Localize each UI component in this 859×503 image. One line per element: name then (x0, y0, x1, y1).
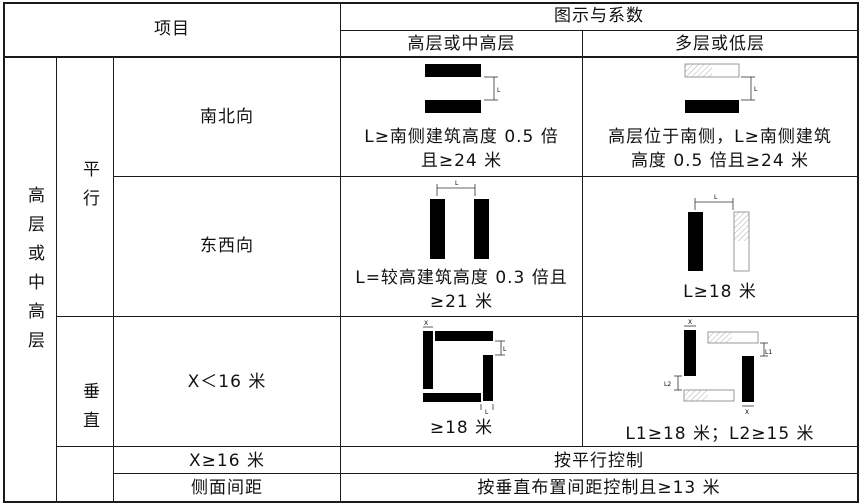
perp-multi-x-label-top: X (688, 319, 692, 326)
vline-mid (582, 30, 583, 446)
hline-perp-x16 (56, 446, 858, 447)
row-label-north-south: 南北向 (200, 107, 254, 127)
perp-high-building-sw (423, 393, 481, 402)
vline-group (56, 57, 57, 503)
perp-high-building-se (483, 355, 493, 401)
perp-high-l-label: L (503, 346, 507, 353)
ew-high-dim-label: L (455, 180, 459, 187)
row-label-x16: X≥16 米 (189, 451, 265, 471)
perp-multi-l2-label: L2 (664, 381, 671, 388)
ew-multi-building-low-hatch (734, 212, 749, 241)
row-label-east-west: 东西向 (200, 236, 254, 256)
header-item: 项目 (154, 19, 190, 39)
hline-ns-ew (113, 176, 858, 177)
ns-multi-building-high (685, 100, 739, 113)
header-col-high: 高层或中高层 (407, 34, 516, 54)
perp-multi-diagram: X L1 L2 X (664, 319, 772, 416)
ns-multi-dim-label: L (754, 86, 758, 93)
ns-multi-text-2: 高度 0.5 倍且≥24 米 (630, 151, 810, 171)
ew-high-building-west (430, 199, 445, 259)
ns-high-text-1: L≥南侧建筑高度 0.5 倍 (364, 127, 559, 147)
perp-multi-text: L1≥18 米；L2≥15 米 (625, 424, 815, 444)
category-label: 高层或中高层 (18, 186, 44, 371)
ns-high-building-north (425, 64, 481, 77)
hline-x16-side (113, 473, 858, 474)
perp-multi-building-low-sw-hatch (684, 390, 708, 401)
perp-high-building-nw (423, 331, 433, 389)
side-spacing-value: 按垂直布置间距控制且≥13 米 (477, 478, 721, 498)
category-text: 高层或中高层 (24, 186, 44, 360)
ns-high-text-2: 且≥24 米 (420, 151, 503, 171)
ew-high-building-east (474, 199, 489, 259)
perp-high-building-ne (435, 331, 493, 341)
ew-multi-text: L≥18 米 (683, 282, 757, 302)
header-figure: 图示与系数 (554, 6, 644, 26)
ns-high-diagram: L (425, 64, 501, 113)
perp-high-text: ≥18 米 (429, 418, 494, 438)
ew-high-diagram: L (430, 180, 489, 259)
perp-multi-building-high-nw (684, 330, 696, 376)
parallel-label: 平行 (73, 160, 99, 229)
perp-high-l-label-2: L (485, 409, 489, 416)
perp-multi-building-low-ne-hatch (708, 332, 732, 343)
x16-value: 按平行控制 (554, 451, 644, 471)
ns-high-dim-label: L (497, 87, 501, 94)
ew-multi-diagram: L (688, 194, 750, 272)
perp-multi-x-label-bottom: X (745, 409, 749, 416)
perp-high-diagram: X L L (423, 320, 507, 416)
row-label-perp: X＜16 米 (187, 372, 267, 392)
perpendicular-text: 垂直 (79, 382, 99, 440)
border-left (3, 2, 5, 503)
ew-high-text-2: ≥21 米 (429, 292, 494, 312)
ns-multi-building-low-hatch (685, 64, 712, 77)
ew-multi-building-high (688, 212, 703, 271)
row-label-side: 侧面间距 (191, 478, 263, 498)
perp-high-x-label: X (424, 320, 428, 327)
border-top (3, 2, 858, 4)
ns-multi-text-1: 高层位于南侧，L≥南侧建筑 (608, 127, 832, 147)
header-col-multi: 多层或低层 (675, 34, 765, 54)
perp-multi-building-high-se (742, 356, 754, 402)
perp-multi-l1-label: L1 (765, 349, 772, 356)
perpendicular-label: 垂直 (73, 382, 99, 451)
ew-high-text-1: L=较高建筑高度 0.3 倍且 (355, 268, 568, 288)
ns-multi-diagram: L (684, 63, 758, 113)
ns-high-building-south (425, 100, 481, 113)
ew-multi-dim-label: L (714, 194, 718, 201)
hline-subheader (340, 30, 858, 31)
parallel-text: 平行 (79, 160, 99, 218)
hline-header-bottom (3, 56, 858, 58)
hline-ew-perp (56, 316, 858, 317)
